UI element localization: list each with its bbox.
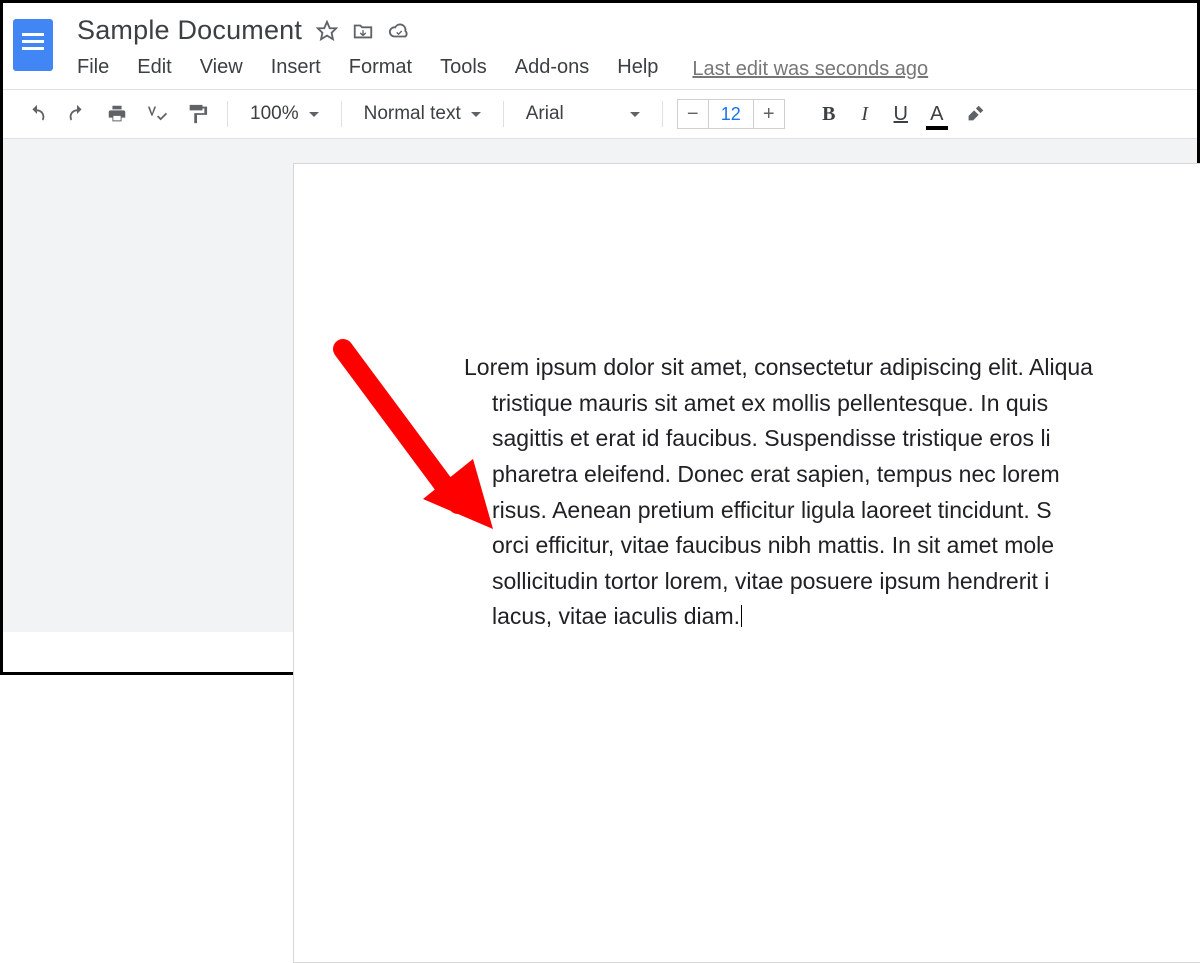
chevron-down-icon [309, 112, 319, 117]
paint-format-icon[interactable] [181, 98, 213, 130]
star-icon[interactable] [316, 20, 338, 42]
menu-view[interactable]: View [186, 50, 257, 89]
menu-insert[interactable]: Insert [257, 50, 335, 89]
last-edit-link[interactable]: Last edit was seconds ago [692, 58, 928, 81]
toolbar: 100% Normal text Arial − + B I U A [3, 89, 1197, 139]
menu-edit[interactable]: Edit [123, 50, 185, 89]
highlight-color-icon[interactable] [959, 98, 991, 130]
toolbar-separator [662, 101, 663, 127]
print-icon[interactable] [101, 98, 133, 130]
toolbar-separator [227, 101, 228, 127]
font-family-value: Arial [526, 103, 564, 125]
font-family-dropdown[interactable]: Arial [518, 99, 648, 129]
cloud-status-icon[interactable] [388, 20, 410, 42]
toolbar-separator [341, 101, 342, 127]
font-size-decrease-button[interactable]: − [677, 99, 709, 129]
menu-help[interactable]: Help [603, 50, 672, 89]
docs-logo-icon[interactable] [13, 19, 53, 71]
menu-bar: File Edit View Insert Format Tools Add-o… [77, 50, 928, 89]
document-page[interactable]: Lorem ipsum dolor sit amet, consectetur … [293, 163, 1200, 963]
title-row: Sample Document [77, 15, 928, 46]
move-folder-icon[interactable] [352, 20, 374, 42]
zoom-value: 100% [250, 103, 299, 125]
title-bar: Sample Document File Edit View Insert Fo… [3, 3, 1197, 89]
editor-canvas[interactable]: Lorem ipsum dolor sit amet, consectetur … [3, 139, 1197, 632]
document-title[interactable]: Sample Document [77, 15, 302, 46]
redo-icon[interactable] [61, 98, 93, 130]
bold-button[interactable]: B [815, 103, 843, 126]
zoom-dropdown[interactable]: 100% [242, 99, 327, 129]
font-size-input[interactable] [709, 99, 753, 129]
paragraph-style-value: Normal text [364, 103, 461, 125]
underline-button[interactable]: U [887, 103, 915, 126]
menu-format[interactable]: Format [335, 50, 426, 89]
document-body-text[interactable]: Lorem ipsum dolor sit amet, consectetur … [464, 350, 1200, 635]
menu-add-ons[interactable]: Add-ons [501, 50, 604, 89]
font-size-control: − + [677, 99, 785, 129]
paragraph-style-dropdown[interactable]: Normal text [356, 99, 489, 129]
title-column: Sample Document File Edit View Insert Fo… [77, 15, 928, 89]
text-cursor [741, 605, 742, 627]
chevron-down-icon [630, 112, 640, 117]
spellcheck-icon[interactable] [141, 98, 173, 130]
italic-button[interactable]: I [851, 103, 879, 126]
font-size-increase-button[interactable]: + [753, 99, 785, 129]
text-color-button[interactable]: A [923, 103, 951, 126]
undo-icon[interactable] [21, 98, 53, 130]
menu-tools[interactable]: Tools [426, 50, 501, 89]
menu-file[interactable]: File [77, 50, 123, 89]
chevron-down-icon [471, 112, 481, 117]
toolbar-separator [503, 101, 504, 127]
